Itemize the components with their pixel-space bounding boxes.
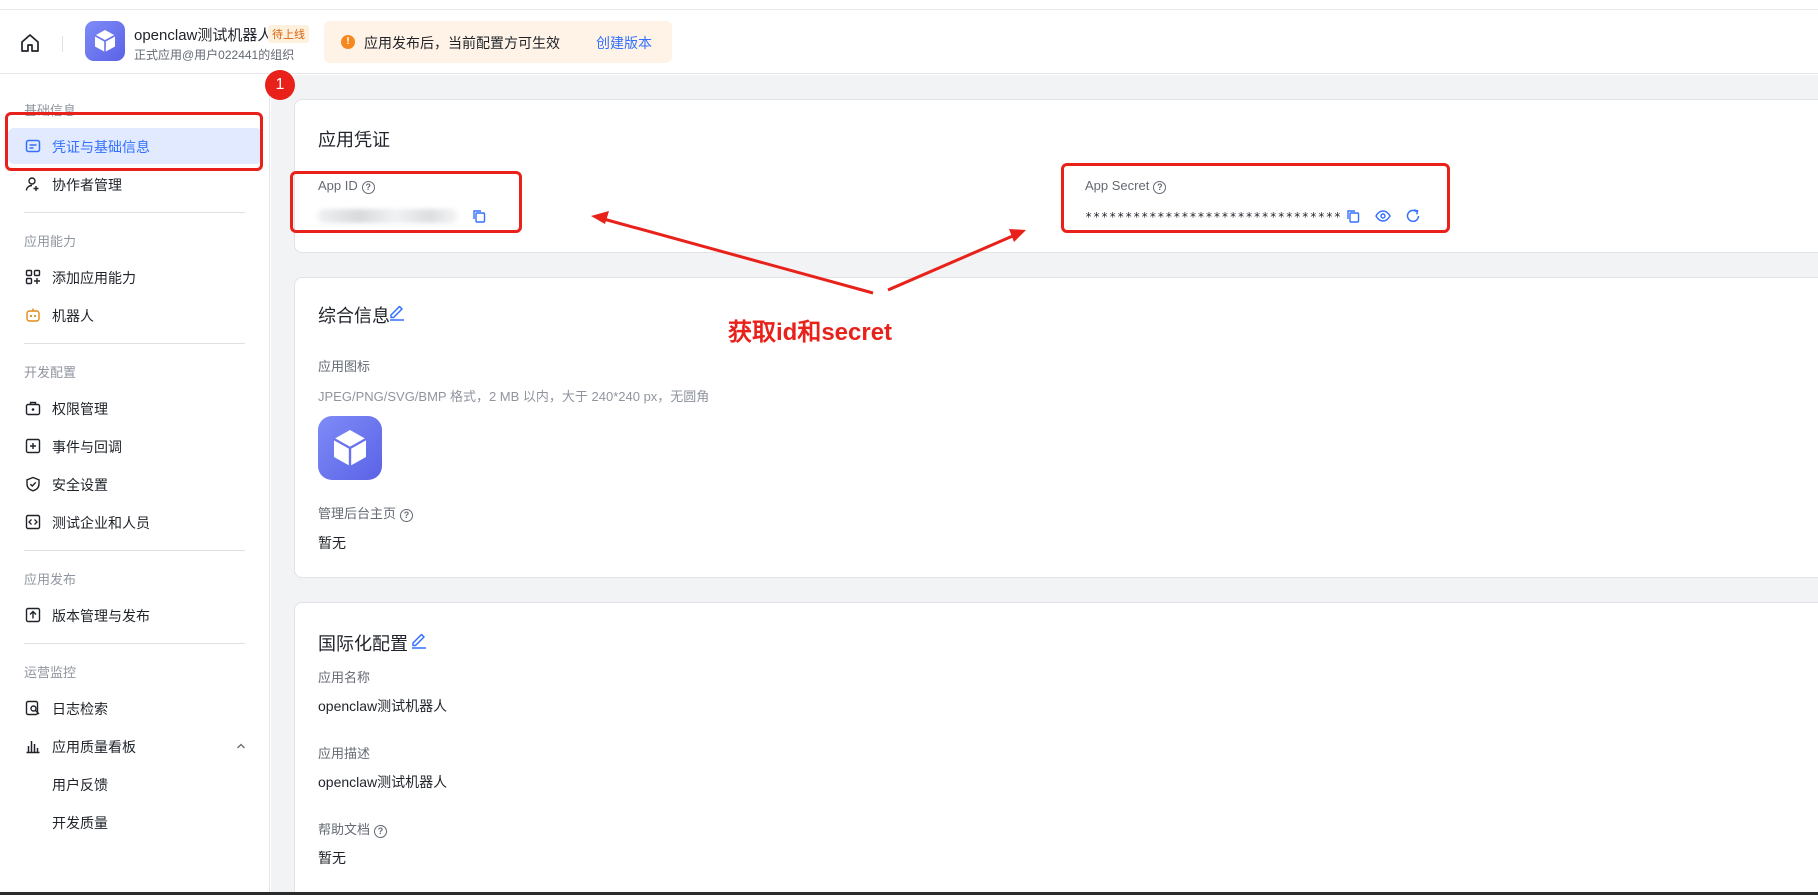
sidebar-item-label: 事件与回调 [52, 439, 122, 455]
sidebar-item-permissions[interactable]: 权限管理 [8, 390, 262, 426]
create-version-link[interactable]: 创建版本 [596, 33, 652, 53]
group-title-dev: 开发配置 [24, 365, 77, 380]
sidebar-item-add-capability[interactable]: 添加应用能力 [8, 259, 262, 295]
i18n-card: 国际化配置 应用名称 openclaw测试机器人 应用描述 openclaw测试… [294, 602, 1818, 895]
sidebar-divider [24, 343, 245, 344]
edit-icon[interactable] [388, 304, 406, 322]
app-desc-value: openclaw测试机器人 [318, 774, 448, 790]
sidebar-item-collaborators[interactable]: 协作者管理 [8, 166, 262, 202]
app-org-text: 正式应用@用户022441的组织 [134, 48, 295, 62]
briefcase-lock-icon [25, 401, 41, 416]
sidebar-divider [24, 212, 245, 213]
annotation-box-app-id [290, 171, 522, 233]
chevron-up-icon [237, 743, 245, 749]
sidebar-item-quality-board[interactable]: 应用质量看板 [8, 728, 262, 764]
help-icon[interactable]: ? [400, 509, 414, 522]
user-add-icon [25, 177, 39, 191]
sidebar-divider [24, 643, 245, 644]
home-icon[interactable] [19, 32, 41, 54]
app-icon-upload[interactable] [318, 416, 382, 480]
sidebar-item-feedback[interactable]: 用户反馈 [8, 766, 262, 802]
app-logo [85, 21, 125, 61]
upload-box-icon [25, 607, 41, 623]
sidebar-item-label: 用户反馈 [52, 777, 108, 793]
homepage-value: 暂无 [318, 535, 346, 551]
sidebar-item-bot[interactable]: 机器人 [8, 297, 262, 333]
credentials-card: 应用凭证 App ID? App Secret? ***************… [294, 99, 1818, 253]
sidebar-item-label: 权限管理 [52, 401, 108, 417]
event-plus-icon [25, 438, 41, 454]
help-doc-label-row: 帮助文档? [318, 819, 388, 838]
sidebar-item-security[interactable]: 安全设置 [8, 466, 262, 502]
i18n-title: 国际化配置 [318, 634, 408, 654]
help-doc-label: 帮助文档 [318, 822, 371, 837]
warning-icon: ! [341, 35, 355, 49]
general-info-card: 综合信息 应用图标 JPEG/PNG/SVG/BMP 格式，2 MB 以内，大于… [294, 277, 1818, 578]
robot-icon [26, 308, 40, 322]
group-title-ops: 运营监控 [24, 665, 77, 680]
notice-text: 应用发布后，当前配置方可生效 [364, 35, 560, 51]
sidebar-item-label: 安全设置 [52, 477, 108, 493]
app-desc-label: 应用描述 [318, 746, 371, 761]
sidebar-item-test-org[interactable]: 测试企业和人员 [8, 504, 262, 540]
sidebar-item-events[interactable]: 事件与回调 [8, 428, 262, 464]
edit-icon[interactable] [410, 632, 428, 650]
annotation-box-app-secret [1061, 163, 1450, 233]
homepage-label: 管理后台主页 [318, 506, 397, 521]
log-search-icon [25, 700, 40, 716]
header-divider [62, 36, 63, 52]
sidebar-item-label: 协作者管理 [52, 177, 122, 193]
sidebar-divider [24, 550, 245, 551]
sidebar: 基础信息 凭证与基础信息 协作者管理 应用能力 添加应用能力 机器人 开发配置 … [0, 75, 270, 895]
step-badge: 1 [265, 70, 295, 100]
sidebar-item-label: 日志检索 [52, 701, 108, 717]
app-icon-label: 应用图标 [318, 359, 371, 374]
credentials-title: 应用凭证 [318, 130, 390, 150]
homepage-label-row: 管理后台主页? [318, 503, 414, 522]
sidebar-item-versions[interactable]: 版本管理与发布 [8, 597, 262, 633]
shield-check-icon [26, 476, 40, 492]
group-title-capability: 应用能力 [24, 234, 77, 249]
sidebar-item-label: 版本管理与发布 [52, 608, 150, 624]
app-name-label: 应用名称 [318, 670, 371, 685]
sidebar-item-label: 测试企业和人员 [52, 515, 150, 531]
help-doc-value: 暂无 [318, 850, 346, 866]
status-badge: 待上线 [268, 25, 309, 43]
sidebar-item-logs[interactable]: 日志检索 [8, 690, 262, 726]
bar-chart-icon [26, 741, 40, 754]
sidebar-item-label: 开发质量 [52, 815, 108, 831]
sidebar-item-label: 应用质量看板 [52, 739, 136, 755]
apps-add-icon [25, 269, 41, 285]
annotation-box-sidebar [5, 112, 263, 171]
app-header: openclaw测试机器人 待上线 正式应用@用户022441的组织 ! 应用发… [0, 10, 1818, 74]
sidebar-item-dev-quality[interactable]: 开发质量 [8, 804, 262, 840]
code-box-icon [25, 514, 41, 530]
annotation-callout: 获取id和secret [728, 319, 893, 346]
sidebar-item-label: 机器人 [52, 308, 94, 324]
browser-top-edge [0, 0, 1818, 10]
app-name: openclaw测试机器人 [134, 27, 273, 44]
help-icon[interactable]: ? [374, 825, 388, 838]
group-title-release: 应用发布 [24, 572, 77, 587]
publish-notice: ! 应用发布后，当前配置方可生效 创建版本 [324, 21, 672, 63]
app-icon-hint: JPEG/PNG/SVG/BMP 格式，2 MB 以内，大于 240*240 p… [318, 389, 710, 404]
app-name-value: openclaw测试机器人 [318, 698, 448, 714]
general-info-title: 综合信息 [318, 306, 390, 326]
sidebar-item-label: 添加应用能力 [52, 270, 136, 286]
